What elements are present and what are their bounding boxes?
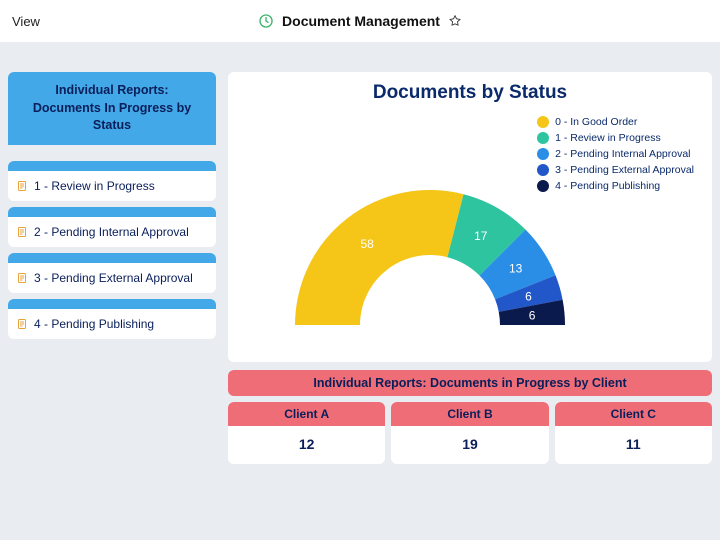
page-title: Document Management [282,13,440,29]
client-name: Client B [391,402,548,426]
clock-icon [258,13,274,29]
sidebar-item-review[interactable]: 1 - Review in Progress [8,161,216,201]
legend-swatch [537,116,549,128]
sidebar-heading-line: Individual Reports: [16,82,208,100]
segment-value: 13 [509,262,523,276]
client-column[interactable]: Client C11 [555,402,712,464]
segment-value: 17 [474,229,488,243]
main: Documents by Status 0 - In Good Order1 -… [228,72,712,464]
client-name: Client A [228,402,385,426]
clients-row: Client A12Client B19Client C11 [228,402,712,464]
sidebar: Individual Reports: Documents In Progres… [8,72,216,464]
chart-body: 0 - In Good Order1 - Review in Progress2… [240,110,700,340]
document-icon [16,318,28,330]
sidebar-heading-line: Documents In Progress by [16,100,208,118]
donut-segment[interactable] [295,190,464,325]
document-icon [16,180,28,192]
sidebar-item-label: 1 - Review in Progress [34,179,155,193]
view-menu[interactable]: View [12,14,40,29]
sidebar-item-label: 3 - Pending External Approval [34,271,193,285]
client-value: 19 [391,426,548,464]
chart-card: Documents by Status 0 - In Good Order1 -… [228,72,712,362]
content: Individual Reports: Documents In Progres… [0,42,720,472]
segment-value: 6 [525,289,532,303]
segment-value: 58 [360,237,374,251]
clients-heading: Individual Reports: Documents in Progres… [228,370,712,396]
segment-value: 6 [529,308,536,322]
client-value: 12 [228,426,385,464]
legend-label: 0 - In Good Order [555,116,637,128]
sidebar-heading-line: Status [16,117,208,135]
sidebar-item-publishing[interactable]: 4 - Pending Publishing [8,299,216,339]
clients-section: Individual Reports: Documents in Progres… [228,370,712,464]
sidebar-item-label: 2 - Pending Internal Approval [34,225,189,239]
client-name: Client C [555,402,712,426]
topbar: View Document Management [0,0,720,42]
star-icon[interactable] [448,14,462,28]
chart-title: Documents by Status [240,82,700,104]
donut-chart: 58171366 [280,130,580,350]
legend-item[interactable]: 0 - In Good Order [537,116,694,128]
client-value: 11 [555,426,712,464]
sidebar-item-label: 4 - Pending Publishing [34,317,154,331]
client-column[interactable]: Client A12 [228,402,385,464]
sidebar-item-internal[interactable]: 2 - Pending Internal Approval [8,207,216,247]
document-icon [16,226,28,238]
document-icon [16,272,28,284]
client-column[interactable]: Client B19 [391,402,548,464]
sidebar-item-external[interactable]: 3 - Pending External Approval [8,253,216,293]
sidebar-heading: Individual Reports: Documents In Progres… [8,72,216,145]
topbar-title-group: Document Management [258,13,462,29]
